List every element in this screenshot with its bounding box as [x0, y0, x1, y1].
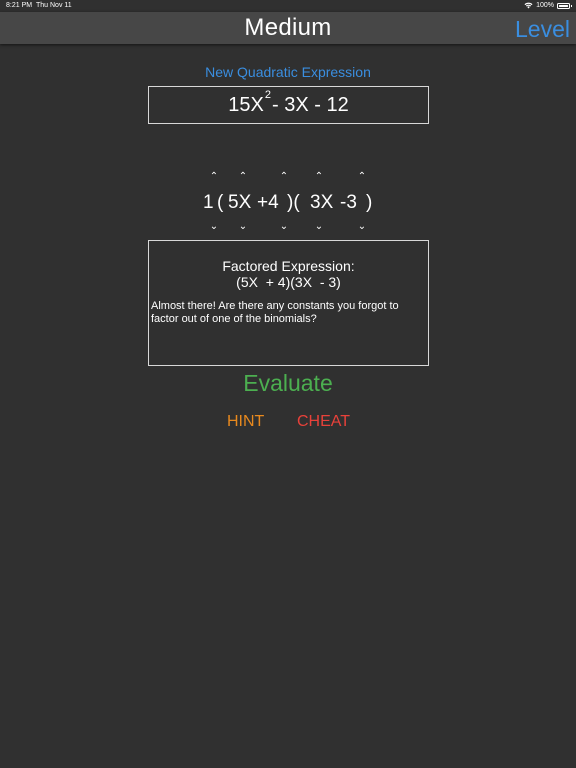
wifi-icon: [524, 2, 533, 9]
hint-button[interactable]: HINT: [227, 413, 264, 431]
term2b-increment-icon[interactable]: ⌃: [356, 172, 368, 182]
term1a-decrement-icon[interactable]: ⌄: [237, 222, 249, 232]
status-bar: 8:21 PM Thu Nov 11 100%: [0, 0, 576, 12]
page-title: Medium: [244, 14, 332, 41]
term1a-increment-icon[interactable]: ⌃: [237, 172, 249, 182]
battery-percent: 100%: [536, 2, 554, 9]
term2a-decrement-icon[interactable]: ⌄: [313, 222, 325, 232]
status-indicators: 100%: [524, 2, 572, 9]
middle-parens: )(: [287, 192, 300, 213]
new-quadratic-button[interactable]: New Quadratic Expression: [0, 64, 576, 80]
result-message: Almost there! Are there any constants yo…: [151, 300, 399, 325]
result-title: Factored Expression:: [222, 258, 355, 274]
gcf-decrement-icon[interactable]: ⌄: [208, 222, 220, 232]
gcf-value: 1: [203, 192, 214, 213]
quadratic-exponent: 2: [264, 89, 271, 101]
term2a-increment-icon[interactable]: ⌃: [313, 172, 325, 182]
quadratic-remaining-terms: - 3X - 12: [272, 93, 349, 116]
term1b-decrement-icon[interactable]: ⌄: [278, 222, 290, 232]
term2b-value: -3: [340, 192, 357, 213]
cheat-button[interactable]: CHEAT: [297, 413, 350, 431]
factored-result-box: Factored Expression: (5X + 4)(3X - 3) Al…: [148, 240, 429, 366]
battery-icon: [557, 2, 572, 9]
status-date: Thu Nov 11: [36, 2, 72, 9]
quadratic-leading-term: 15X: [228, 93, 264, 116]
status-time: 8:21 PM: [6, 2, 33, 9]
evaluate-button[interactable]: Evaluate: [0, 370, 576, 397]
term1b-increment-icon[interactable]: ⌃: [278, 172, 290, 182]
open-paren-1: (: [217, 192, 224, 213]
close-paren-2: ): [366, 192, 373, 213]
term1b-value: +4: [257, 192, 279, 213]
nav-bar: Medium Level: [0, 12, 576, 44]
result-expression: (5X + 4)(3X - 3): [236, 274, 341, 290]
level-button[interactable]: Level: [515, 16, 570, 43]
gcf-increment-icon[interactable]: ⌃: [208, 172, 220, 182]
quadratic-expression-box: 15X 2- 3X - 12: [148, 86, 429, 124]
factor-editor: ⌃ ⌃ ⌃ ⌃ ⌃ 1 ( 5X +4 )( 3X -3 ) ⌄ ⌄ ⌄ ⌄ ⌄: [0, 170, 576, 240]
term2b-decrement-icon[interactable]: ⌄: [356, 222, 368, 232]
term2a-value: 3X: [310, 192, 334, 213]
term1a-value: 5X: [228, 192, 252, 213]
